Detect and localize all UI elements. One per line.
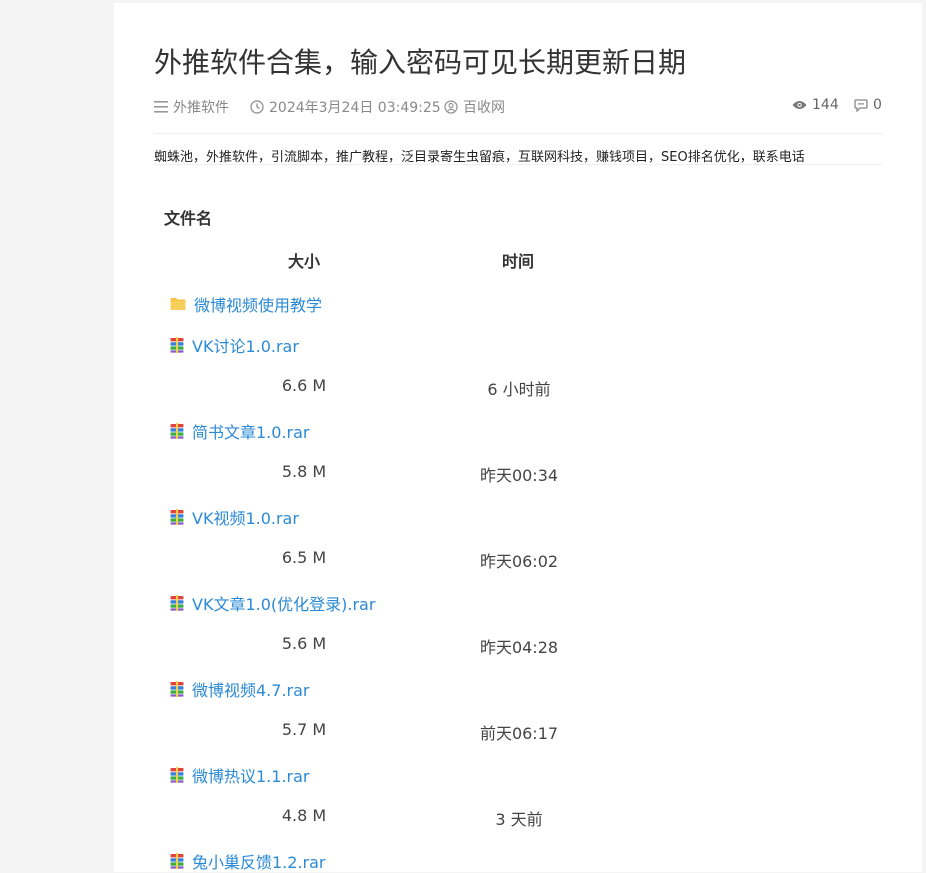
comment-icon [854, 98, 868, 112]
meta-datetime-label: 2024年3月24日 03:49:25 [269, 100, 441, 116]
archive-icon [170, 767, 184, 783]
file-time: 昨天04:28 [479, 638, 559, 657]
divider [154, 164, 882, 165]
file-name: 微博热议1.1.rar [192, 767, 310, 786]
folder-icon [170, 298, 186, 310]
file-link[interactable]: VK讨论1.0.rar [170, 333, 299, 357]
file-name: 简书文章1.0.rar [192, 423, 310, 442]
file-time: 6 小时前 [487, 380, 551, 399]
file-link[interactable]: 微博热议1.1.rar [170, 763, 310, 787]
file-time: 昨天00:34 [479, 466, 559, 485]
file-size: 5.7 M [281, 720, 327, 739]
meta-views-count: 144 [812, 97, 839, 113]
file-link[interactable]: VK视频1.0.rar [170, 505, 299, 529]
file-size: 5.6 M [281, 634, 327, 653]
file-size: 6.6 M [281, 376, 327, 395]
file-time: 前天06:17 [479, 724, 559, 743]
file-name: VK视频1.0.rar [192, 509, 299, 528]
file-size: 4.8 M [281, 806, 327, 825]
meta-author[interactable]: 百收网 [444, 97, 505, 117]
file-time: 3 天前 [495, 810, 543, 829]
page-title: 外推软件合集，输入密码可见长期更新日期 [154, 46, 687, 79]
column-header-size: 大小 [288, 252, 321, 271]
file-name: VK讨论1.0.rar [192, 337, 299, 356]
post-meta: 外推软件 2024年3月24日 03:49:25 百收网 144 0 [154, 97, 882, 117]
divider [154, 133, 882, 134]
meta-datetime: 2024年3月24日 03:49:25 [250, 97, 441, 117]
folder-link[interactable]: 微博视频使用教学 [170, 292, 322, 316]
file-time: 昨天06:02 [479, 552, 559, 571]
eye-icon [792, 101, 807, 109]
archive-icon [170, 423, 184, 439]
archive-icon [170, 853, 184, 869]
meta-comments-count: 0 [873, 97, 882, 113]
archive-icon [170, 337, 184, 353]
meta-comments[interactable]: 0 [854, 97, 882, 113]
file-size: 5.8 M [281, 462, 327, 481]
file-name: 微博视频4.7.rar [192, 681, 310, 700]
user-icon [444, 100, 458, 114]
file-name: 兔小巢反馈1.2.rar [192, 853, 326, 872]
file-link[interactable]: 兔小巢反馈1.2.rar [170, 849, 326, 873]
archive-icon [170, 681, 184, 697]
file-link[interactable]: 微博视频4.7.rar [170, 677, 310, 701]
file-link[interactable]: 简书文章1.0.rar [170, 419, 310, 443]
file-link[interactable]: VK文章1.0(优化登录).rar [170, 591, 375, 615]
meta-views: 144 [792, 97, 839, 113]
meta-category[interactable]: 外推软件 [154, 97, 229, 117]
file-name: VK文章1.0(优化登录).rar [192, 595, 376, 614]
archive-icon [170, 509, 184, 525]
archive-icon [170, 595, 184, 611]
column-header-name: 文件名 [164, 209, 213, 228]
meta-category-label: 外推软件 [173, 100, 229, 116]
post-card: 外推软件合集，输入密码可见长期更新日期 外推软件 2024年3月24日 03:4… [114, 3, 922, 872]
meta-author-label: 百收网 [463, 100, 505, 116]
post-tags: 蜘蛛池，外推软件，引流脚本，推广教程，泛目录寄生虫留痕，互联网科技，赚钱项目，S… [154, 150, 805, 165]
menu-icon [154, 101, 168, 113]
file-size: 6.5 M [281, 548, 327, 567]
clock-icon [250, 100, 264, 114]
folder-name: 微博视频使用教学 [194, 296, 323, 315]
column-header-time: 时间 [502, 252, 535, 271]
